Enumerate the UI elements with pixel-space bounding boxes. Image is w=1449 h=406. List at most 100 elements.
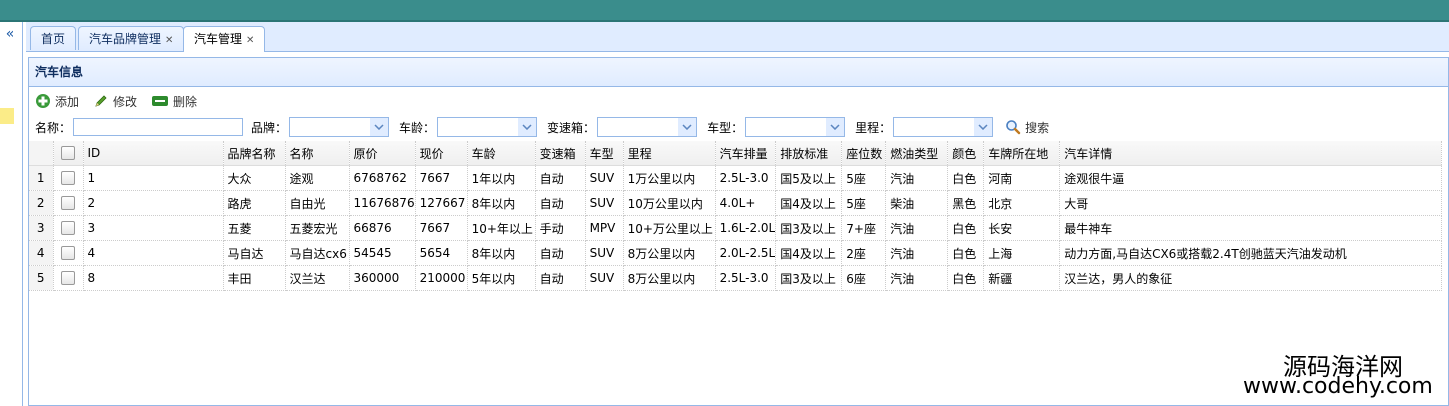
tab-home[interactable]: 首页 [30, 26, 77, 50]
table-cell: 汽油 [885, 265, 949, 291]
chevron-down-icon[interactable] [826, 118, 845, 136]
chevron-down-icon[interactable] [370, 118, 389, 136]
table-cell: 自动 [535, 165, 586, 191]
row-checkbox[interactable] [61, 271, 75, 286]
search-button[interactable]: 搜索 [1005, 119, 1049, 136]
table-cell: 10万公里以内 [623, 190, 716, 216]
table-cell: 白色 [947, 240, 985, 266]
table-row[interactable]: 1 1 大众 途观 6768762 7667 1年以内 自动 SUV 1万公里以内 2.5L-3.0… [29, 165, 1443, 191]
delete-label: 删除 [173, 94, 198, 109]
tab-car-management[interactable]: 汽车管理 ✕ [183, 26, 266, 52]
add-button[interactable]: 添加 [35, 93, 79, 110]
top-banner [0, 0, 1449, 22]
table-row[interactable]: 4 4 马自达 马自达cx6 54545 5654 8年以内 自动 SUV 8万公里以内 2.0L-… [29, 240, 1443, 266]
chevron-down-icon[interactable] [518, 118, 537, 136]
car-info-panel: 汽车信息 添加 修改 删除 名称： 品牌： 车龄： 变速箱： 车型： 里程： 搜… [28, 57, 1449, 406]
edit-button[interactable]: 修改 [93, 93, 137, 110]
table-cell: 1年以内 [467, 165, 536, 191]
column-header[interactable]: 座位数 [841, 141, 887, 166]
table-cell: 汉兰达 [285, 265, 350, 291]
row-checkbox[interactable] [61, 196, 75, 211]
table-cell: 马自达cx6 [285, 240, 350, 266]
row-checkbox[interactable] [61, 221, 75, 236]
close-icon[interactable]: ✕ [246, 35, 254, 46]
column-header[interactable]: 车龄 [467, 141, 536, 166]
table-cell: 5年以内 [467, 265, 536, 291]
column-header[interactable]: 颜色 [947, 141, 985, 166]
tab-label: 汽车品牌管理 [89, 32, 162, 46]
table-cell: 5座 [841, 165, 887, 191]
table-cell: 丰田 [223, 265, 286, 291]
mileage-select[interactable] [893, 117, 994, 137]
column-header[interactable]: 原价 [349, 141, 416, 166]
table-cell: 10+万公里以上 [623, 215, 716, 241]
chevron-down-icon[interactable] [974, 118, 993, 136]
add-icon [36, 94, 50, 108]
table-cell: 白色 [947, 165, 985, 191]
table-row[interactable]: 2 2 路虎 自由光 11676876 127667 8年以内 自动 SUV 10万公里以内 4.0… [29, 190, 1443, 216]
row-checkbox[interactable] [61, 246, 75, 261]
column-header[interactable]: 排放标准 [775, 141, 843, 166]
tab-label: 汽车管理 [194, 32, 243, 46]
chevron-down-icon[interactable] [678, 118, 697, 136]
brand-label: 品牌： [251, 120, 288, 135]
table-cell: 自动 [535, 265, 586, 291]
tab-brand-management[interactable]: 汽车品牌管理 ✕ [78, 26, 185, 50]
row-number: 5 [29, 265, 54, 291]
table-cell: 马自达 [223, 240, 286, 266]
brand-select[interactable] [289, 117, 390, 137]
table-row[interactable]: 5 8 丰田 汉兰达 360000 210000 5年以内 自动 SUV 8万公里以内 2.5L-3… [29, 265, 1443, 291]
table-cell: 国3及以上 [775, 215, 843, 241]
table-cell: 7667 [415, 215, 468, 241]
column-header[interactable]: 汽车排量 [715, 141, 777, 166]
column-header[interactable]: 现价 [415, 141, 468, 166]
close-icon[interactable]: ✕ [165, 35, 173, 46]
table-cell: 8万公里以内 [623, 265, 716, 291]
table-cell: 8年以内 [467, 240, 536, 266]
table-cell: 360000 [349, 265, 416, 291]
table-cell: 途观 [285, 165, 350, 191]
row-checkbox-cell [53, 265, 84, 291]
row-checkbox[interactable] [61, 171, 75, 186]
selected-menu-indicator[interactable] [0, 108, 14, 124]
search-label: 搜索 [1025, 120, 1050, 135]
column-header[interactable]: 汽车详情 [1059, 141, 1443, 166]
age-label: 车龄： [399, 120, 436, 135]
table-cell: 自动 [535, 190, 586, 216]
table-cell: SUV [585, 165, 624, 191]
table-cell: 白色 [947, 265, 985, 291]
search-icon [1006, 120, 1021, 135]
tab-bar: 首页 汽车品牌管理 ✕ 汽车管理 ✕ [26, 22, 1449, 52]
table-cell: 66876 [349, 215, 416, 241]
column-header[interactable]: 变速箱 [535, 141, 586, 166]
table-cell: 五菱宏光 [285, 215, 350, 241]
table-cell: 6座 [841, 265, 887, 291]
table-cell: 2.5L-3.0 [715, 265, 777, 291]
column-header[interactable]: 车牌所在地 [983, 141, 1061, 166]
table-row[interactable]: 3 3 五菱 五菱宏光 66876 7667 10+年以上 手动 MPV 10+万公里以上 1.6L… [29, 215, 1443, 241]
table-cell: 2 [83, 190, 224, 216]
table-cell: 1万公里以内 [623, 165, 716, 191]
table-cell: 2.5L-3.0 [715, 165, 777, 191]
age-select[interactable] [437, 117, 538, 137]
column-header[interactable]: 品牌名称 [223, 141, 286, 166]
edit-label: 修改 [113, 94, 138, 109]
pencil-icon [95, 95, 107, 107]
select-all-checkbox[interactable] [61, 146, 75, 161]
column-header[interactable]: 车型 [585, 141, 624, 166]
column-header[interactable]: 燃油类型 [885, 141, 949, 166]
collapse-sidebar-button[interactable]: « [0, 27, 20, 42]
delete-button[interactable]: 删除 [151, 93, 197, 110]
gearbox-select[interactable] [597, 117, 698, 137]
table-cell: 1.6L-2.0L [715, 215, 777, 241]
name-input[interactable] [73, 118, 244, 136]
toolbar: 添加 修改 删除 [35, 90, 211, 112]
type-select[interactable] [745, 117, 846, 137]
column-header[interactable]: 里程 [623, 141, 716, 166]
table-cell: 途观很牛逼 [1059, 165, 1443, 191]
column-header[interactable]: ID [83, 141, 224, 166]
table-cell: 国4及以上 [775, 240, 843, 266]
column-header[interactable]: 名称 [285, 141, 350, 166]
table-cell: 4 [83, 240, 224, 266]
table-cell: 国3及以上 [775, 265, 843, 291]
